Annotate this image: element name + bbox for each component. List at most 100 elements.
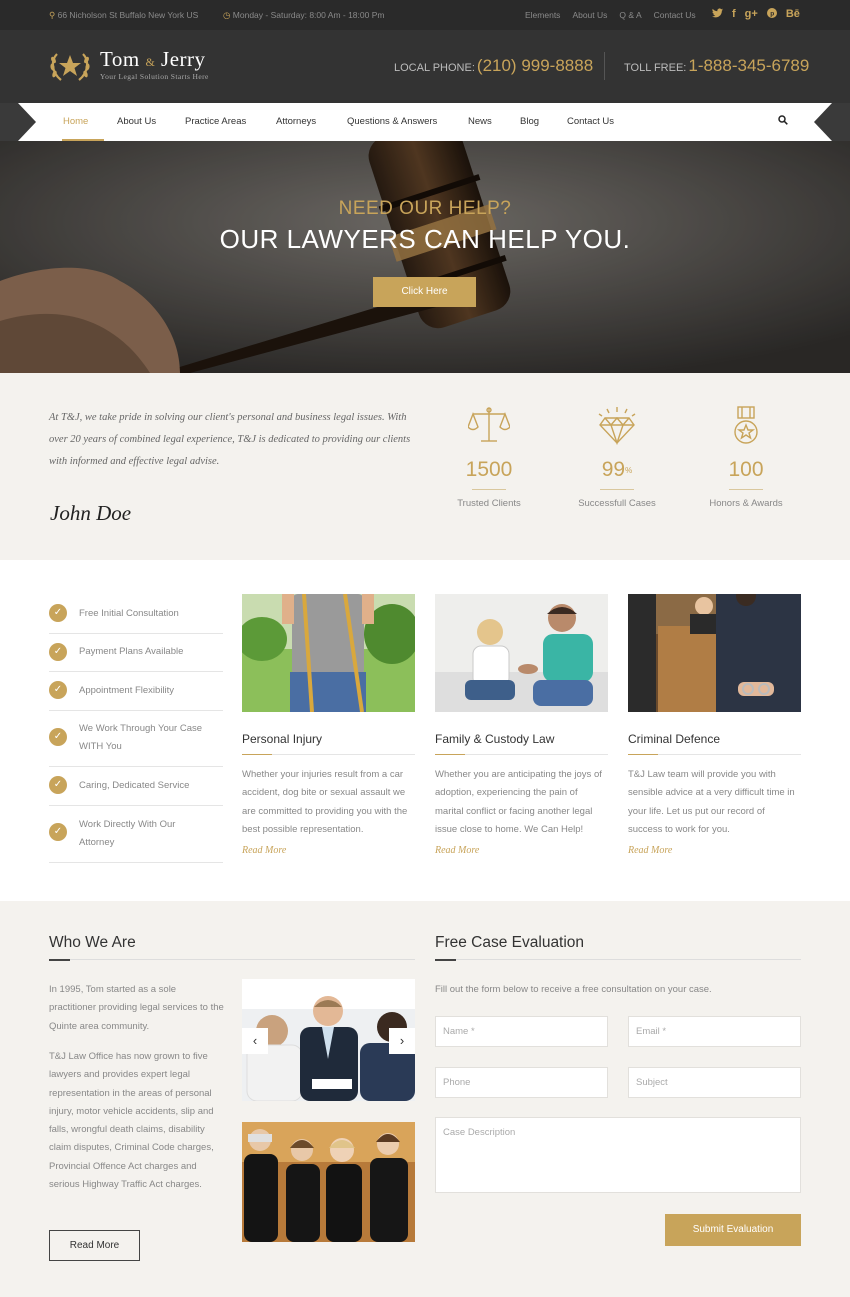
- toll-free-label: TOLL FREE:: [624, 62, 687, 74]
- address: ⚲ 66 Nicholson St Buffalo New York US: [49, 10, 198, 21]
- read-more-link[interactable]: Read More: [242, 845, 415, 856]
- nav-blog[interactable]: Blog: [520, 116, 539, 127]
- toll-free-number[interactable]: 1-888-345-6789: [688, 56, 809, 75]
- bottom-section: Who We Are In 1995, Tom started as a sol…: [0, 901, 850, 1297]
- card-description: T&J Law team will provide you with sensi…: [628, 769, 795, 835]
- brand-name-part1: Tom: [100, 47, 140, 71]
- site-header: Tom & Jerry Your Legal Solution Starts H…: [0, 30, 850, 103]
- stat-divider: [729, 489, 763, 490]
- read-more-link[interactable]: Read More: [435, 845, 608, 856]
- who-we-are-paragraph-1: In 1995, Tom started as a sole practitio…: [49, 984, 224, 1032]
- stat-honors-awards: 100 Honors & Awards: [686, 405, 806, 509]
- evaluation-underline: [435, 959, 801, 961]
- check-icon: ✓: [49, 823, 67, 841]
- hours: ◷ Monday - Saturday: 8:00 Am - 18:00 Pm: [223, 10, 384, 21]
- card-title[interactable]: Criminal Defence: [628, 732, 801, 746]
- hero-headline: OUR LAWYERS CAN HELP YOU.: [219, 224, 631, 254]
- main-navigation: Home About Us Practice Areas Attorneys Q…: [0, 103, 850, 141]
- team-photo[interactable]: [242, 1122, 415, 1242]
- feature-item: ✓ Appointment Flexibility: [49, 672, 223, 711]
- stat-label: Successfull Cases: [578, 498, 656, 509]
- stat-value: 1500: [465, 458, 513, 481]
- nav-about[interactable]: About Us: [117, 116, 156, 127]
- local-phone-label: LOCAL PHONE:: [394, 62, 475, 74]
- hours-text: Monday - Saturday: 8:00 Am - 18:00 Pm: [232, 10, 385, 20]
- nav-attorneys[interactable]: Attorneys: [276, 116, 316, 127]
- diamond-icon: [598, 407, 636, 446]
- local-phone-number[interactable]: (210) 999-8888: [477, 56, 593, 75]
- feature-item: ✓ Free Initial Consultation: [49, 595, 223, 634]
- feature-text: Work Directly With Our Attorney: [79, 819, 176, 848]
- criminal-defence-image[interactable]: [628, 594, 801, 712]
- laurel-star-logo-icon[interactable]: [49, 48, 91, 84]
- stat-trusted-clients: 1500 Trusted Clients: [429, 405, 549, 509]
- card-description: Whether your injuries result from a car …: [242, 769, 408, 835]
- feature-text: Appointment Flexibility: [79, 685, 175, 696]
- case-description-field[interactable]: Case Description: [435, 1117, 801, 1193]
- top-link-about[interactable]: About Us: [572, 10, 607, 20]
- brand-tagline: Your Legal Solution Starts Here: [100, 72, 209, 81]
- top-link-elements[interactable]: Elements: [525, 10, 560, 20]
- phone-field[interactable]: Phone: [435, 1067, 608, 1098]
- check-icon: ✓: [49, 604, 67, 622]
- nav-contact[interactable]: Contact Us: [567, 116, 614, 127]
- top-link-contact[interactable]: Contact Us: [654, 10, 696, 20]
- name-field[interactable]: Name *: [435, 1016, 608, 1047]
- stat-value: 99%: [557, 458, 677, 482]
- stat-successful-cases: 99% Successfull Cases: [557, 405, 677, 509]
- nav-home[interactable]: Home: [63, 116, 88, 127]
- top-links: Elements About Us Q & A Contact Us: [525, 10, 708, 20]
- card-title[interactable]: Personal Injury: [242, 732, 415, 746]
- practice-card-family-law: Family & Custody Law Whether you are ant…: [435, 594, 608, 856]
- evaluation-intro: Fill out the form below to receive a fre…: [435, 984, 712, 995]
- search-icon[interactable]: [778, 115, 788, 125]
- family-law-image[interactable]: [435, 594, 608, 712]
- nav-questions-answers[interactable]: Questions & Answers: [347, 116, 437, 127]
- card-title[interactable]: Family & Custody Law: [435, 732, 608, 746]
- feature-text: We Work Through Your Case WITH You: [79, 723, 203, 752]
- nav-news[interactable]: News: [468, 116, 492, 127]
- twitter-icon[interactable]: [712, 8, 723, 21]
- stat-value: 100: [728, 458, 764, 481]
- practice-card-personal-injury: Personal Injury Whether your injuries re…: [242, 594, 415, 856]
- address-text: 66 Nicholson St Buffalo New York US: [57, 10, 199, 20]
- hero-kicker: NEED OUR HELP?: [338, 198, 512, 219]
- medal-icon: [734, 406, 758, 444]
- scales-icon: [467, 407, 511, 442]
- top-link-qa[interactable]: Q & A: [619, 10, 641, 20]
- hero-cta-button[interactable]: Click Here: [373, 277, 476, 307]
- feature-item: ✓ Work Directly With Our Attorney: [49, 806, 223, 863]
- check-icon: ✓: [49, 776, 67, 794]
- slider-prev-arrow-icon[interactable]: ‹: [242, 1028, 268, 1054]
- toll-free-phone: TOLL FREE: 1-888-345-6789: [624, 56, 809, 76]
- personal-injury-image[interactable]: [242, 594, 415, 712]
- email-field[interactable]: Email *: [628, 1016, 801, 1047]
- submit-evaluation-button[interactable]: Submit Evaluation: [665, 1214, 801, 1246]
- clock-icon: ◷: [223, 10, 231, 20]
- pinterest-icon[interactable]: p: [766, 8, 777, 21]
- check-icon: ✓: [49, 643, 67, 661]
- feature-item: ✓ We Work Through Your Case WITH You: [49, 711, 223, 767]
- top-bar: ⚲ 66 Nicholson St Buffalo New York US ◷ …: [0, 0, 850, 30]
- header-divider: [604, 52, 605, 80]
- meeting-photo-slider[interactable]: ‹ ›: [242, 979, 415, 1101]
- read-more-link[interactable]: Read More: [628, 845, 801, 856]
- feature-item: ✓ Payment Plans Available: [49, 634, 223, 672]
- intro-quote: At T&J, we take pride in solving our cli…: [49, 412, 411, 467]
- stat-label: Honors & Awards: [709, 498, 783, 509]
- who-read-more-button[interactable]: Read More: [49, 1230, 140, 1261]
- stat-label: Trusted Clients: [457, 498, 521, 509]
- local-phone: LOCAL PHONE: (210) 999-8888: [394, 56, 593, 76]
- gavel-hero-image: [0, 141, 850, 373]
- check-icon: ✓: [49, 728, 67, 746]
- behance-icon[interactable]: Bē: [786, 8, 800, 21]
- features-section: ✓ Free Initial Consultation ✓ Payment Pl…: [0, 560, 850, 901]
- facebook-icon[interactable]: f: [732, 8, 736, 21]
- brand-name[interactable]: Tom & Jerry: [100, 47, 206, 72]
- nav-practice-areas[interactable]: Practice Areas: [185, 116, 246, 127]
- slider-next-arrow-icon[interactable]: ›: [389, 1028, 415, 1054]
- subject-field[interactable]: Subject: [628, 1067, 801, 1098]
- brand-ampersand: &: [145, 55, 156, 69]
- hero-banner: NEED OUR HELP? OUR LAWYERS CAN HELP YOU.…: [0, 141, 850, 373]
- google-plus-icon[interactable]: g+: [745, 8, 758, 21]
